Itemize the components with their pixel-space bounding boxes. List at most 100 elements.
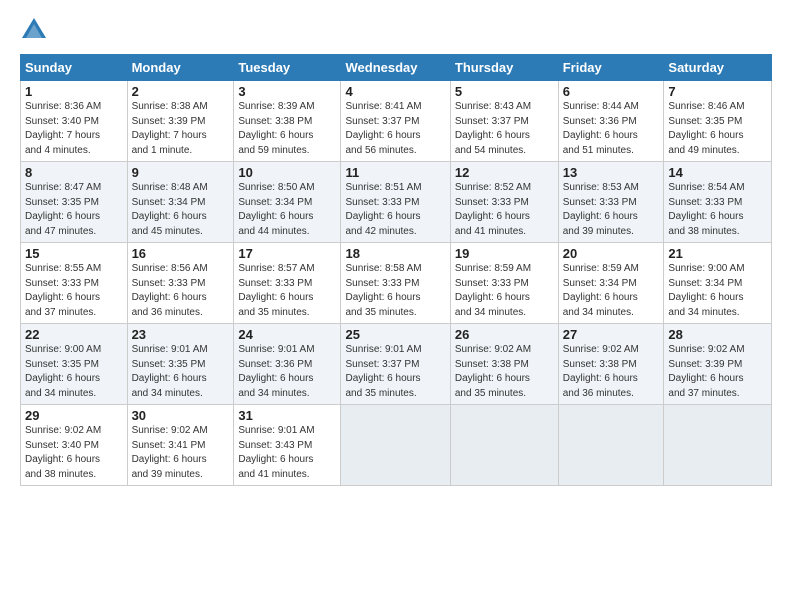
day-info: Sunrise: 8:43 AM Sunset: 3:37 PM Dayligh… bbox=[455, 100, 554, 158]
calendar-week-row: 22Sunrise: 9:00 AM Sunset: 3:35 PM Dayli… bbox=[21, 324, 772, 405]
calendar-dow-thursday: Thursday bbox=[450, 55, 558, 81]
calendar-cell: 7Sunrise: 8:46 AM Sunset: 3:35 PM Daylig… bbox=[664, 81, 772, 162]
day-number: 10 bbox=[238, 165, 336, 180]
page-header bbox=[20, 16, 772, 44]
day-number: 22 bbox=[25, 327, 123, 342]
calendar-cell bbox=[558, 405, 664, 486]
calendar-cell: 24Sunrise: 9:01 AM Sunset: 3:36 PM Dayli… bbox=[234, 324, 341, 405]
calendar-dow-tuesday: Tuesday bbox=[234, 55, 341, 81]
calendar-cell bbox=[341, 405, 450, 486]
day-info: Sunrise: 9:00 AM Sunset: 3:35 PM Dayligh… bbox=[25, 343, 123, 401]
day-number: 23 bbox=[132, 327, 230, 342]
day-number: 4 bbox=[345, 84, 445, 99]
day-number: 28 bbox=[668, 327, 767, 342]
day-number: 2 bbox=[132, 84, 230, 99]
calendar-week-row: 8Sunrise: 8:47 AM Sunset: 3:35 PM Daylig… bbox=[21, 162, 772, 243]
calendar-cell: 25Sunrise: 9:01 AM Sunset: 3:37 PM Dayli… bbox=[341, 324, 450, 405]
day-number: 3 bbox=[238, 84, 336, 99]
day-info: Sunrise: 9:02 AM Sunset: 3:38 PM Dayligh… bbox=[455, 343, 554, 401]
day-number: 27 bbox=[563, 327, 660, 342]
day-info: Sunrise: 9:02 AM Sunset: 3:41 PM Dayligh… bbox=[132, 424, 230, 482]
calendar-cell: 3Sunrise: 8:39 AM Sunset: 3:38 PM Daylig… bbox=[234, 81, 341, 162]
calendar-table: SundayMondayTuesdayWednesdayThursdayFrid… bbox=[20, 54, 772, 486]
day-info: Sunrise: 9:02 AM Sunset: 3:39 PM Dayligh… bbox=[668, 343, 767, 401]
calendar-cell: 15Sunrise: 8:55 AM Sunset: 3:33 PM Dayli… bbox=[21, 243, 128, 324]
day-info: Sunrise: 8:59 AM Sunset: 3:34 PM Dayligh… bbox=[563, 262, 660, 320]
day-info: Sunrise: 8:44 AM Sunset: 3:36 PM Dayligh… bbox=[563, 100, 660, 158]
logo bbox=[20, 16, 52, 44]
calendar-cell: 31Sunrise: 9:01 AM Sunset: 3:43 PM Dayli… bbox=[234, 405, 341, 486]
day-number: 29 bbox=[25, 408, 123, 423]
day-number: 17 bbox=[238, 246, 336, 261]
day-number: 21 bbox=[668, 246, 767, 261]
day-info: Sunrise: 8:58 AM Sunset: 3:33 PM Dayligh… bbox=[345, 262, 445, 320]
day-number: 11 bbox=[345, 165, 445, 180]
calendar-cell: 30Sunrise: 9:02 AM Sunset: 3:41 PM Dayli… bbox=[127, 405, 234, 486]
calendar-cell: 27Sunrise: 9:02 AM Sunset: 3:38 PM Dayli… bbox=[558, 324, 664, 405]
calendar-cell: 9Sunrise: 8:48 AM Sunset: 3:34 PM Daylig… bbox=[127, 162, 234, 243]
logo-icon bbox=[20, 16, 48, 44]
calendar-cell: 11Sunrise: 8:51 AM Sunset: 3:33 PM Dayli… bbox=[341, 162, 450, 243]
calendar-cell: 21Sunrise: 9:00 AM Sunset: 3:34 PM Dayli… bbox=[664, 243, 772, 324]
calendar-cell: 22Sunrise: 9:00 AM Sunset: 3:35 PM Dayli… bbox=[21, 324, 128, 405]
calendar-cell: 5Sunrise: 8:43 AM Sunset: 3:37 PM Daylig… bbox=[450, 81, 558, 162]
day-number: 9 bbox=[132, 165, 230, 180]
calendar-cell: 23Sunrise: 9:01 AM Sunset: 3:35 PM Dayli… bbox=[127, 324, 234, 405]
day-number: 18 bbox=[345, 246, 445, 261]
calendar-cell: 4Sunrise: 8:41 AM Sunset: 3:37 PM Daylig… bbox=[341, 81, 450, 162]
day-info: Sunrise: 9:00 AM Sunset: 3:34 PM Dayligh… bbox=[668, 262, 767, 320]
day-info: Sunrise: 9:01 AM Sunset: 3:36 PM Dayligh… bbox=[238, 343, 336, 401]
day-info: Sunrise: 9:01 AM Sunset: 3:37 PM Dayligh… bbox=[345, 343, 445, 401]
day-info: Sunrise: 9:02 AM Sunset: 3:40 PM Dayligh… bbox=[25, 424, 123, 482]
calendar-cell: 14Sunrise: 8:54 AM Sunset: 3:33 PM Dayli… bbox=[664, 162, 772, 243]
day-number: 24 bbox=[238, 327, 336, 342]
calendar-cell bbox=[450, 405, 558, 486]
day-number: 31 bbox=[238, 408, 336, 423]
day-info: Sunrise: 8:41 AM Sunset: 3:37 PM Dayligh… bbox=[345, 100, 445, 158]
calendar-header-row: SundayMondayTuesdayWednesdayThursdayFrid… bbox=[21, 55, 772, 81]
calendar-dow-saturday: Saturday bbox=[664, 55, 772, 81]
calendar-cell: 6Sunrise: 8:44 AM Sunset: 3:36 PM Daylig… bbox=[558, 81, 664, 162]
calendar-dow-wednesday: Wednesday bbox=[341, 55, 450, 81]
day-info: Sunrise: 8:55 AM Sunset: 3:33 PM Dayligh… bbox=[25, 262, 123, 320]
calendar-cell: 2Sunrise: 8:38 AM Sunset: 3:39 PM Daylig… bbox=[127, 81, 234, 162]
day-info: Sunrise: 8:48 AM Sunset: 3:34 PM Dayligh… bbox=[132, 181, 230, 239]
day-number: 12 bbox=[455, 165, 554, 180]
calendar-dow-friday: Friday bbox=[558, 55, 664, 81]
day-info: Sunrise: 8:57 AM Sunset: 3:33 PM Dayligh… bbox=[238, 262, 336, 320]
calendar-week-row: 15Sunrise: 8:55 AM Sunset: 3:33 PM Dayli… bbox=[21, 243, 772, 324]
calendar-dow-monday: Monday bbox=[127, 55, 234, 81]
day-number: 1 bbox=[25, 84, 123, 99]
day-info: Sunrise: 8:56 AM Sunset: 3:33 PM Dayligh… bbox=[132, 262, 230, 320]
calendar-cell: 17Sunrise: 8:57 AM Sunset: 3:33 PM Dayli… bbox=[234, 243, 341, 324]
day-number: 15 bbox=[25, 246, 123, 261]
calendar-week-row: 29Sunrise: 9:02 AM Sunset: 3:40 PM Dayli… bbox=[21, 405, 772, 486]
day-number: 20 bbox=[563, 246, 660, 261]
day-info: Sunrise: 8:51 AM Sunset: 3:33 PM Dayligh… bbox=[345, 181, 445, 239]
calendar-cell bbox=[664, 405, 772, 486]
day-number: 19 bbox=[455, 246, 554, 261]
calendar-cell: 20Sunrise: 8:59 AM Sunset: 3:34 PM Dayli… bbox=[558, 243, 664, 324]
day-info: Sunrise: 9:02 AM Sunset: 3:38 PM Dayligh… bbox=[563, 343, 660, 401]
day-info: Sunrise: 8:54 AM Sunset: 3:33 PM Dayligh… bbox=[668, 181, 767, 239]
day-info: Sunrise: 9:01 AM Sunset: 3:35 PM Dayligh… bbox=[132, 343, 230, 401]
calendar-cell: 1Sunrise: 8:36 AM Sunset: 3:40 PM Daylig… bbox=[21, 81, 128, 162]
calendar-cell: 13Sunrise: 8:53 AM Sunset: 3:33 PM Dayli… bbox=[558, 162, 664, 243]
day-info: Sunrise: 8:36 AM Sunset: 3:40 PM Dayligh… bbox=[25, 100, 123, 158]
day-info: Sunrise: 8:39 AM Sunset: 3:38 PM Dayligh… bbox=[238, 100, 336, 158]
day-info: Sunrise: 9:01 AM Sunset: 3:43 PM Dayligh… bbox=[238, 424, 336, 482]
calendar-cell: 8Sunrise: 8:47 AM Sunset: 3:35 PM Daylig… bbox=[21, 162, 128, 243]
day-number: 8 bbox=[25, 165, 123, 180]
day-info: Sunrise: 8:50 AM Sunset: 3:34 PM Dayligh… bbox=[238, 181, 336, 239]
calendar-cell: 19Sunrise: 8:59 AM Sunset: 3:33 PM Dayli… bbox=[450, 243, 558, 324]
calendar-cell: 26Sunrise: 9:02 AM Sunset: 3:38 PM Dayli… bbox=[450, 324, 558, 405]
day-number: 26 bbox=[455, 327, 554, 342]
day-number: 7 bbox=[668, 84, 767, 99]
calendar-cell: 29Sunrise: 9:02 AM Sunset: 3:40 PM Dayli… bbox=[21, 405, 128, 486]
day-info: Sunrise: 8:47 AM Sunset: 3:35 PM Dayligh… bbox=[25, 181, 123, 239]
day-number: 16 bbox=[132, 246, 230, 261]
calendar-dow-sunday: Sunday bbox=[21, 55, 128, 81]
calendar-week-row: 1Sunrise: 8:36 AM Sunset: 3:40 PM Daylig… bbox=[21, 81, 772, 162]
day-number: 6 bbox=[563, 84, 660, 99]
day-number: 30 bbox=[132, 408, 230, 423]
